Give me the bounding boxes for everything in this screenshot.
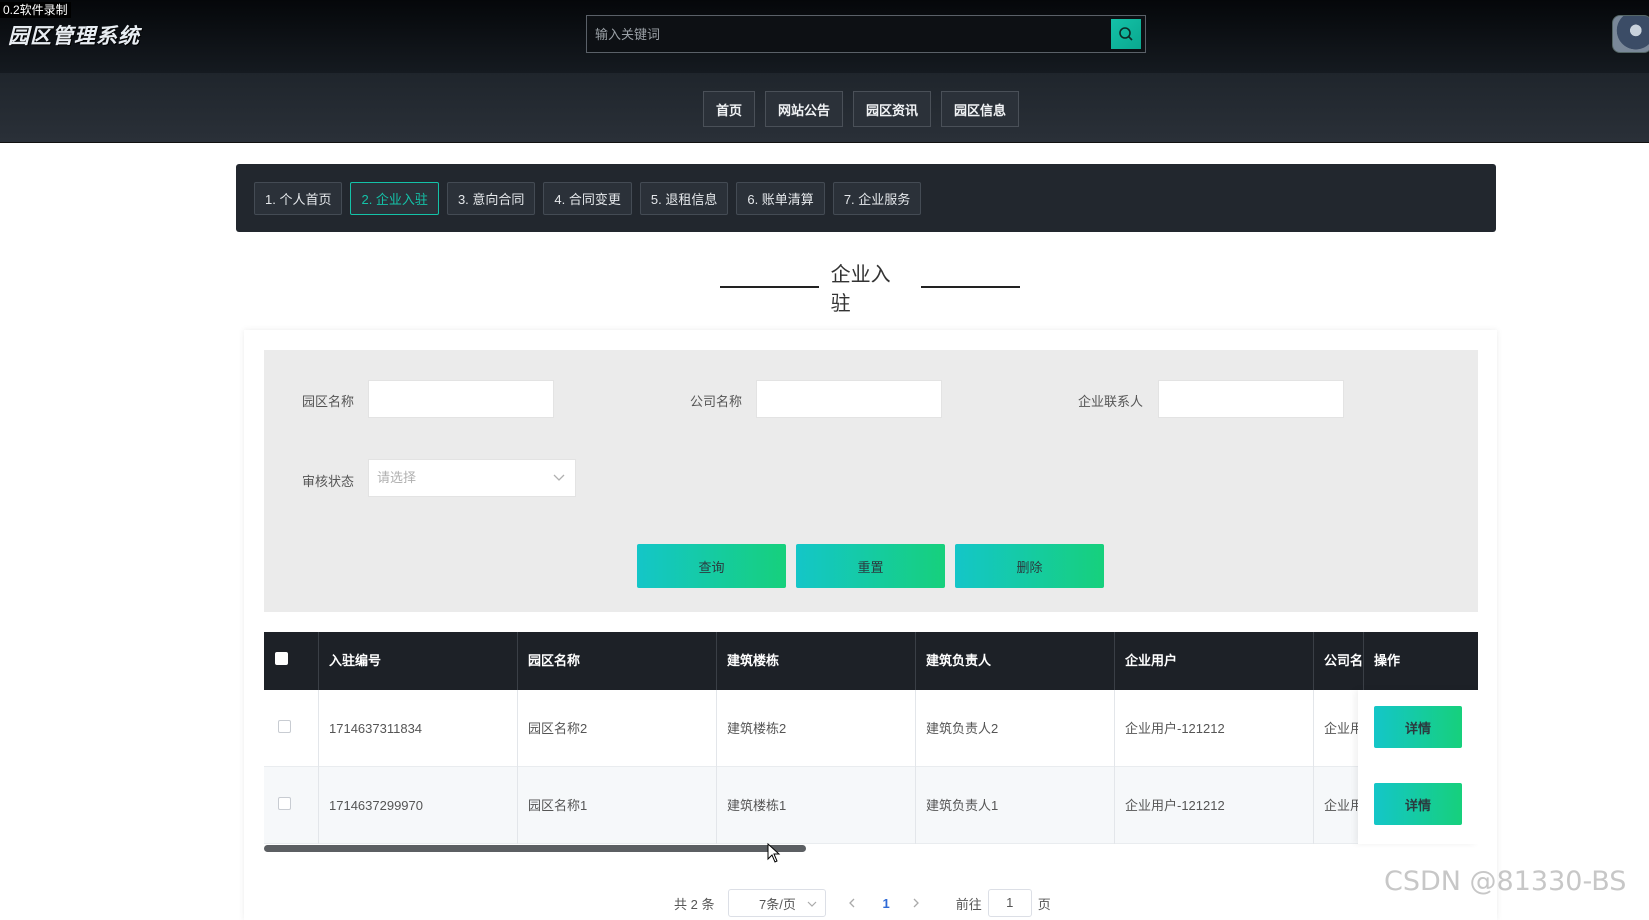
header-entry-no[interactable]: 入驻编号 bbox=[319, 632, 518, 690]
chevron-down-icon bbox=[808, 901, 817, 907]
current-page[interactable]: 1 bbox=[882, 896, 889, 911]
status-label: 审核状态 bbox=[302, 474, 355, 489]
tab-intent-contract[interactable]: 3. 意向合同 bbox=[446, 182, 536, 215]
search-box bbox=[586, 15, 1146, 53]
tab-enterprise-service[interactable]: 7. 企业服务 bbox=[832, 182, 922, 215]
filter-panel: 园区名称 公司名称 企业联系人 审核状态 请选择 查询 重置 删除 bbox=[264, 350, 1478, 612]
delete-button[interactable]: 删除 bbox=[955, 544, 1104, 588]
tab-bill-settlement[interactable]: 6. 账单清算 bbox=[736, 182, 825, 215]
chevron-left-icon bbox=[849, 898, 855, 907]
row-checkbox[interactable] bbox=[278, 797, 291, 810]
page-unit-label: 页 bbox=[1037, 896, 1051, 912]
header-select-cell bbox=[264, 632, 319, 690]
park-name-label: 园区名称 bbox=[302, 394, 355, 409]
table-row: 1714637311834 园区名称2 建筑楼栋2 建筑负责人2 企业用户-12… bbox=[264, 690, 1478, 767]
reset-button[interactable]: 重置 bbox=[796, 544, 945, 588]
chevron-down-icon bbox=[553, 474, 565, 481]
company-name-input[interactable] bbox=[756, 380, 942, 418]
query-button[interactable]: 查询 bbox=[637, 544, 786, 588]
total-count: 共 2 条 bbox=[674, 896, 715, 912]
contact-input[interactable] bbox=[1158, 380, 1344, 418]
next-page-button[interactable] bbox=[912, 896, 920, 911]
tab-contract-change[interactable]: 4. 合同变更 bbox=[543, 182, 632, 215]
cell-park-name: 园区名称2 bbox=[518, 690, 717, 767]
nav-item-home[interactable]: 首页 bbox=[703, 91, 756, 127]
section-title: 企业入驻 bbox=[720, 264, 1021, 315]
mouse-cursor-icon bbox=[767, 843, 781, 863]
recorder-label: 0.2软件录制 bbox=[0, 2, 71, 18]
tab-lease-termination[interactable]: 5. 退租信息 bbox=[639, 182, 729, 215]
cell-entry-no: 1714637311834 bbox=[319, 690, 518, 767]
header-building-manager[interactable]: 建筑负责人 bbox=[916, 632, 1115, 690]
status-select-placeholder: 请选择 bbox=[377, 470, 417, 485]
cell-enterprise-user: 企业用户-121212 bbox=[1115, 690, 1314, 767]
table-row: 1714637299970 园区名称1 建筑楼栋1 建筑负责人1 企业用户-12… bbox=[264, 767, 1478, 844]
cell-building: 建筑楼栋1 bbox=[717, 767, 916, 844]
row-checkbox[interactable] bbox=[278, 720, 291, 733]
tab-enterprise-entry[interactable]: 2. 企业入驻 bbox=[350, 182, 439, 215]
header-operation: 操作 bbox=[1374, 653, 1401, 668]
goto-label: 前往 bbox=[955, 896, 982, 912]
cell-enterprise-user: 企业用户-121212 bbox=[1115, 767, 1314, 844]
search-button[interactable] bbox=[1111, 19, 1141, 49]
detail-button[interactable]: 详情 bbox=[1374, 783, 1462, 825]
page-size-value: 7条/页 bbox=[759, 896, 796, 912]
header-building[interactable]: 建筑楼栋 bbox=[717, 632, 916, 690]
title-divider-right bbox=[921, 286, 1021, 288]
nav-item-park-news[interactable]: 园区资讯 bbox=[853, 91, 932, 127]
cell-company: 企业用 bbox=[1314, 767, 1364, 844]
entry-table: 入驻编号 园区名称 建筑楼栋 建筑负责人 企业用户 公司名 操作 1714637… bbox=[264, 632, 1478, 848]
goto-page-input[interactable]: 1 bbox=[987, 889, 1032, 917]
detail-button[interactable]: 详情 bbox=[1374, 706, 1462, 748]
search-icon bbox=[1119, 27, 1133, 41]
contact-label: 企业联系人 bbox=[1078, 394, 1144, 409]
status-select[interactable]: 请选择 bbox=[368, 459, 576, 497]
pagination: 共 2 条 7条/页 1 前往 1 页 bbox=[674, 888, 1051, 918]
park-name-input[interactable] bbox=[368, 380, 554, 418]
cell-building-manager: 建筑负责人1 bbox=[916, 767, 1115, 844]
cell-entry-no: 1714637299970 bbox=[319, 767, 518, 844]
user-center-tabs: 1. 个人首页 2. 企业入驻 3. 意向合同 4. 合同变更 5. 退租信息 … bbox=[236, 164, 1496, 232]
header-company[interactable]: 公司名 bbox=[1314, 632, 1364, 690]
operation-column: 详情 详情 bbox=[1358, 690, 1478, 844]
horizontal-scrollbar[interactable] bbox=[264, 845, 806, 852]
nav-item-announcements[interactable]: 网站公告 bbox=[765, 91, 844, 127]
row-select-cell bbox=[264, 690, 319, 767]
cell-company: 企业用 bbox=[1314, 690, 1364, 767]
nav-item-park-info[interactable]: 园区信息 bbox=[941, 91, 1020, 127]
header-park-name[interactable]: 园区名称 bbox=[518, 632, 717, 690]
title-divider-left bbox=[720, 286, 819, 288]
header-enterprise-user[interactable]: 企业用户 bbox=[1115, 632, 1314, 690]
row-select-cell bbox=[264, 767, 319, 844]
table-header: 入驻编号 园区名称 建筑楼栋 建筑负责人 企业用户 公司名 操作 bbox=[264, 632, 1478, 690]
search-input[interactable] bbox=[587, 16, 1109, 52]
app-logo[interactable]: 园区管理系统 bbox=[8, 20, 140, 50]
cell-building: 建筑楼栋2 bbox=[717, 690, 916, 767]
cell-building-manager: 建筑负责人2 bbox=[916, 690, 1115, 767]
tab-personal-home[interactable]: 1. 个人首页 bbox=[254, 182, 343, 215]
user-avatar[interactable] bbox=[1612, 15, 1649, 53]
select-all-checkbox[interactable] bbox=[275, 652, 288, 665]
page-title: 企业入驻 bbox=[830, 264, 891, 315]
page-size-select[interactable]: 7条/页 bbox=[728, 889, 827, 917]
top-bar: 0.2软件录制 园区管理系统 bbox=[0, 0, 1649, 73]
chevron-right-icon bbox=[913, 898, 919, 907]
prev-page-button[interactable] bbox=[848, 896, 856, 911]
cell-park-name: 园区名称1 bbox=[518, 767, 717, 844]
main-nav: 首页 网站公告 园区资讯 园区信息 bbox=[0, 73, 1649, 143]
watermark: CSDN @81330-BS bbox=[1384, 866, 1627, 897]
company-name-label: 公司名称 bbox=[690, 394, 743, 409]
